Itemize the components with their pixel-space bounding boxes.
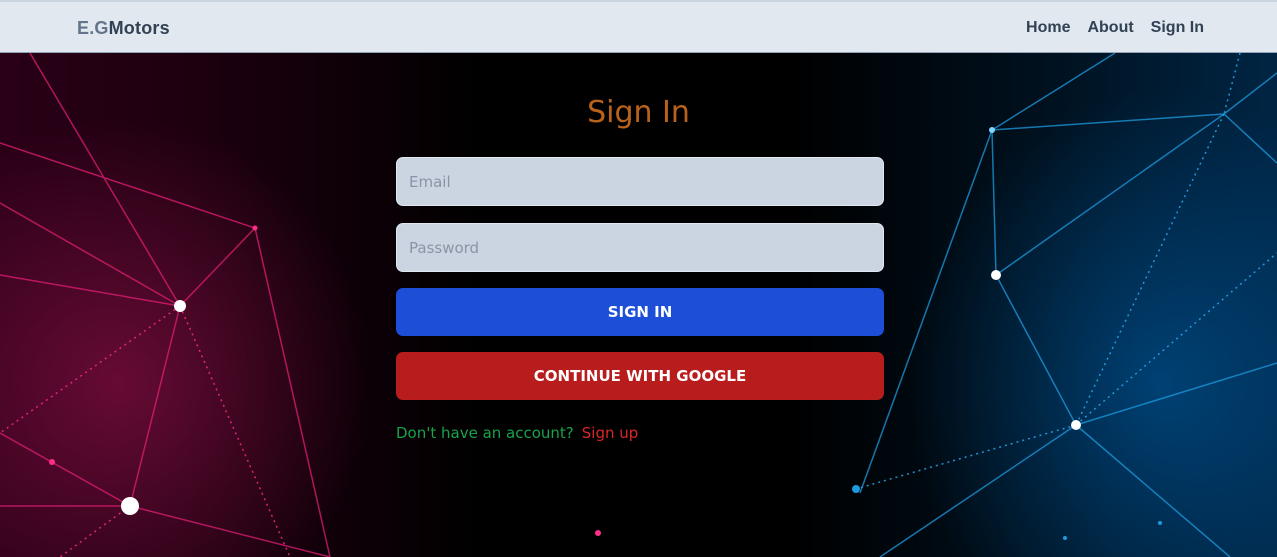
nav-links: Home About Sign In: [1026, 19, 1204, 37]
email-input[interactable]: [396, 157, 884, 206]
continue-with-google-button[interactable]: CONTINUE WITH GOOGLE: [396, 352, 884, 400]
top-navbar: E.GMotors Home About Sign In: [0, 0, 1277, 53]
no-account-text: Don't have an account?: [396, 424, 574, 442]
page-title: Sign In: [587, 95, 690, 130]
logo-prefix: E.G: [77, 18, 109, 38]
sign-in-button[interactable]: SIGN IN: [396, 288, 884, 336]
nav-about-link[interactable]: About: [1087, 19, 1133, 37]
nav-home-link[interactable]: Home: [1026, 19, 1070, 37]
sign-up-link[interactable]: Sign up: [582, 424, 639, 442]
nav-signin-link[interactable]: Sign In: [1151, 19, 1204, 37]
signup-prompt: Don't have an account? Sign up: [396, 424, 638, 442]
password-input[interactable]: [396, 223, 884, 272]
brand-logo[interactable]: E.GMotors: [77, 18, 170, 39]
logo-name: Motors: [108, 18, 170, 38]
